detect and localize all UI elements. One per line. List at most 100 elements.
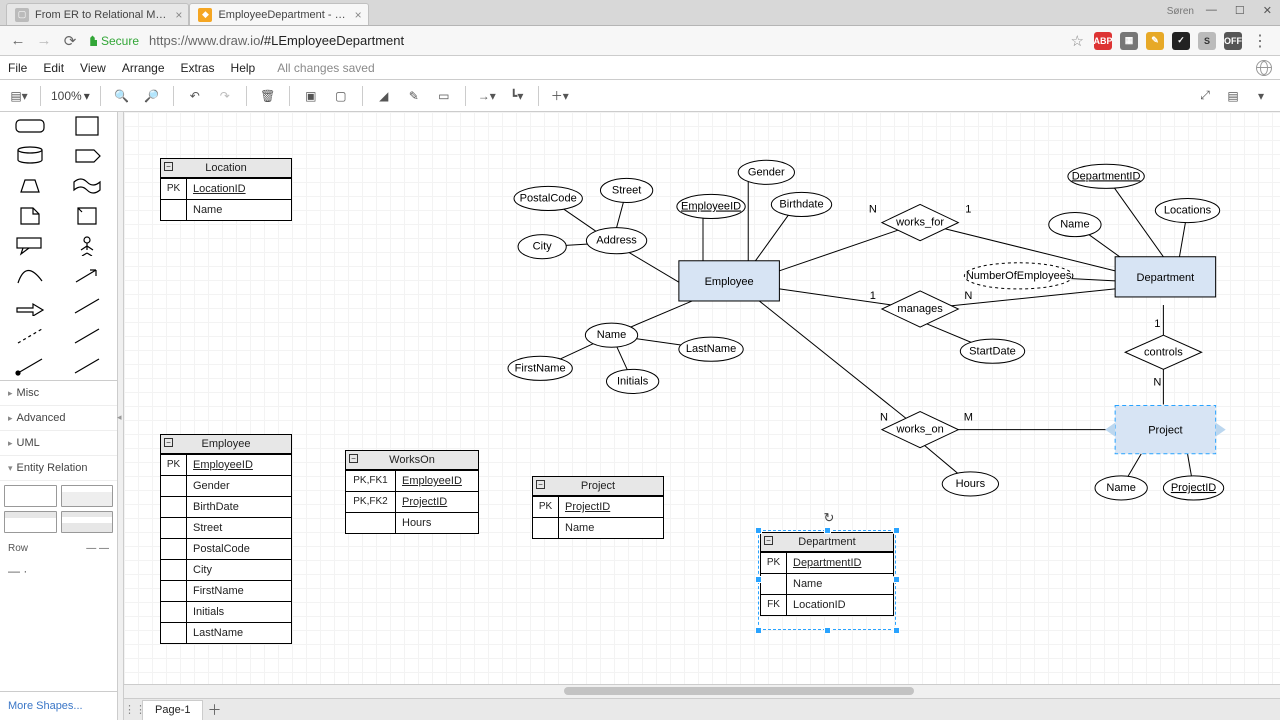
shape-wave[interactable] <box>62 174 114 198</box>
minimize-icon[interactable]: — <box>1206 4 1217 17</box>
delete-icon[interactable]: 🗑 <box>257 85 279 107</box>
er-shape[interactable] <box>4 511 57 533</box>
sel-handle[interactable] <box>824 527 831 534</box>
connector-icon[interactable]: →▾ <box>476 85 498 107</box>
sel-handle[interactable] <box>755 627 762 634</box>
page-grip-icon[interactable]: ⋮⋮ <box>124 703 142 716</box>
reload-icon[interactable]: ⟳ <box>62 32 78 50</box>
shape-hex[interactable] <box>62 144 114 168</box>
er-row-alt[interactable]: — — <box>86 543 109 554</box>
rotate-handle[interactable]: ↻ <box>822 510 836 524</box>
shape-doc[interactable] <box>4 204 56 228</box>
canvas[interactable]: works_for manages works_on controls N 1 … <box>124 112 1280 684</box>
undo-icon[interactable]: ↶ <box>184 85 206 107</box>
menu-arrange[interactable]: Arrange <box>122 61 165 75</box>
er-shape[interactable] <box>61 511 114 533</box>
shape-conn[interactable] <box>4 354 56 378</box>
waypoints-icon[interactable]: ┗▾ <box>506 85 528 107</box>
shape-line2[interactable] <box>62 354 114 378</box>
maximize-icon[interactable]: ☐ <box>1235 4 1245 17</box>
section-misc[interactable]: Misc <box>0 381 117 406</box>
browser-tab[interactable]: ▢ From ER to Relational M… × <box>6 3 189 25</box>
shape-line[interactable] <box>62 324 114 348</box>
section-entity-relation[interactable]: Entity Relation <box>0 456 117 481</box>
zoom-out-icon[interactable]: 🔎 <box>141 85 163 107</box>
sel-handle[interactable] <box>824 627 831 634</box>
view-dropdown[interactable]: ▤▾ <box>8 85 30 107</box>
close-window-icon[interactable]: ✕ <box>1263 4 1272 17</box>
scroll-thumb[interactable] <box>564 687 914 695</box>
collapse-icon[interactable]: − <box>349 454 358 463</box>
sel-handle[interactable] <box>893 576 900 583</box>
svg-text:Name: Name <box>597 329 626 341</box>
er-shape[interactable] <box>4 485 57 507</box>
menu-file[interactable]: File <box>8 61 27 75</box>
shadow-icon[interactable]: ▭ <box>433 85 455 107</box>
sel-handle[interactable] <box>755 576 762 583</box>
shape-arrow-ne[interactable] <box>62 264 114 288</box>
to-back-icon[interactable]: ▢ <box>330 85 352 107</box>
collapse-icon[interactable]: ▾ <box>1250 85 1272 107</box>
globe-icon[interactable] <box>1256 60 1272 76</box>
shape-curve[interactable] <box>4 264 56 288</box>
shape-trap[interactable] <box>4 174 56 198</box>
shape-card[interactable] <box>62 204 114 228</box>
table-workson[interactable]: −WorksOn PK,FK1EmployeeID PK,FK2ProjectI… <box>345 450 479 534</box>
shape-line-dash[interactable] <box>4 324 56 348</box>
menubar: File Edit View Arrange Extras Help All c… <box>0 56 1280 80</box>
sel-handle[interactable] <box>893 627 900 634</box>
shape-actor[interactable] <box>62 234 114 258</box>
insert-icon[interactable]: ＋▾ <box>549 85 571 107</box>
ext-icon[interactable]: ▦ <box>1120 32 1138 50</box>
forward-icon[interactable]: → <box>36 32 52 49</box>
table-project[interactable]: −Project PKProjectID Name <box>532 476 664 539</box>
collapse-icon[interactable]: − <box>536 480 545 489</box>
zoom-select[interactable]: 100% ▾ <box>51 89 90 103</box>
menu-icon[interactable]: ⋮ <box>1250 31 1270 51</box>
more-shapes[interactable]: More Shapes... <box>0 691 117 720</box>
page-tab[interactable]: Page-1 <box>142 700 203 720</box>
menu-view[interactable]: View <box>80 61 106 75</box>
shape-rect[interactable] <box>62 114 114 138</box>
ext-icon[interactable]: OFF <box>1224 32 1242 50</box>
shape-line-diag[interactable] <box>62 294 114 318</box>
shape-callout[interactable] <box>4 234 56 258</box>
fill-icon[interactable]: ◢ <box>373 85 395 107</box>
shape-arrow-big[interactable] <box>4 294 56 318</box>
er-row-label[interactable]: Row <box>8 543 28 554</box>
format-panel-icon[interactable]: ▤ <box>1222 85 1244 107</box>
shape-rect-round[interactable] <box>4 114 56 138</box>
fullscreen-icon[interactable]: ⤢ <box>1194 85 1216 107</box>
shape-cylinder[interactable] <box>4 144 56 168</box>
url-display[interactable]: https://www.draw.io/#LEmployeeDepartment <box>149 33 1061 48</box>
h-scrollbar[interactable] <box>124 684 1280 698</box>
collapse-icon[interactable]: − <box>164 162 173 171</box>
er-shape[interactable] <box>61 485 114 507</box>
sel-handle[interactable] <box>755 527 762 534</box>
redo-icon[interactable]: ↷ <box>214 85 236 107</box>
profile-name[interactable]: Søren <box>1167 6 1194 17</box>
close-icon[interactable]: × <box>355 8 362 22</box>
sel-handle[interactable] <box>893 527 900 534</box>
add-page-icon[interactable]: ＋ <box>203 700 225 720</box>
section-advanced[interactable]: Advanced <box>0 406 117 431</box>
collapse-icon[interactable]: − <box>164 438 173 447</box>
adblock-icon[interactable]: ABP <box>1094 32 1112 50</box>
menu-help[interactable]: Help <box>231 61 256 75</box>
table-location[interactable]: −Location PKLocationID Name <box>160 158 292 221</box>
to-front-icon[interactable]: ▣ <box>300 85 322 107</box>
zoom-in-icon[interactable]: 🔍 <box>111 85 133 107</box>
ext-icon[interactable]: ✎ <box>1146 32 1164 50</box>
section-uml[interactable]: UML <box>0 431 117 456</box>
bookmark-star-icon[interactable]: ☆ <box>1071 32 1084 50</box>
menu-edit[interactable]: Edit <box>43 61 64 75</box>
ext-icon[interactable]: ✓ <box>1172 32 1190 50</box>
close-icon[interactable]: × <box>175 8 182 22</box>
ext-icon[interactable]: S <box>1198 32 1216 50</box>
stroke-icon[interactable]: ✎ <box>403 85 425 107</box>
selection-outline <box>758 530 896 630</box>
back-icon[interactable]: ← <box>10 32 26 49</box>
table-employee[interactable]: −Employee PKEmployeeID Gender BirthDate … <box>160 434 292 644</box>
menu-extras[interactable]: Extras <box>181 61 215 75</box>
browser-tab[interactable]: ◆ EmployeeDepartment - … × <box>189 3 368 25</box>
